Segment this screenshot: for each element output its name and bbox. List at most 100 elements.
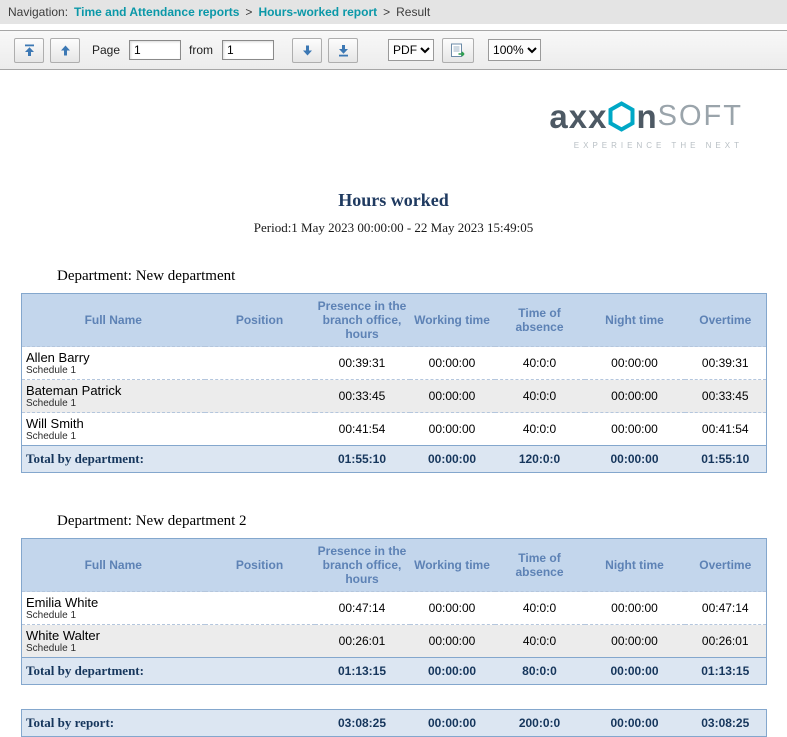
absence-cell: 40:0:0 (495, 347, 585, 380)
navigation-bar: Navigation: Time and Attendance reports … (0, 0, 787, 24)
working-time-cell: 00:00:00 (410, 592, 495, 625)
presence-cell: 00:39:31 (315, 347, 410, 380)
position-cell (205, 413, 315, 446)
table-row: White Walter Schedule 1 00:26:01 00:00:0… (22, 625, 767, 658)
report-period: Period:1 May 2023 00:00:00 - 22 May 2023… (0, 220, 787, 236)
presence-total-cell: 01:55:10 (315, 446, 410, 473)
employee-name: Emilia White (26, 595, 201, 610)
overtime-total-cell: 03:08:25 (685, 710, 767, 737)
report-total-row: Total by report: 03:08:25 00:00:00 200:0… (22, 710, 767, 737)
employee-name: Allen Barry (26, 350, 201, 365)
employee-cell: Bateman Patrick Schedule 1 (22, 380, 205, 413)
logo-tagline: EXPERIENCE THE NEXT (574, 141, 743, 150)
column-header-full-name: Full Name (22, 294, 205, 347)
page-input[interactable] (129, 40, 181, 60)
table-row: Emilia White Schedule 1 00:47:14 00:00:0… (22, 592, 767, 625)
presence-total-cell: 01:13:15 (315, 658, 410, 685)
overtime-cell: 00:39:31 (685, 347, 767, 380)
column-header-position: Position (205, 539, 315, 592)
overtime-cell: 00:33:45 (685, 380, 767, 413)
night-time-cell: 00:00:00 (585, 347, 685, 380)
absence-cell: 40:0:0 (495, 413, 585, 446)
employee-schedule: Schedule 1 (26, 398, 201, 409)
presence-total-cell: 03:08:25 (315, 710, 410, 737)
zoom-select[interactable]: 100% (488, 39, 541, 61)
absence-total-cell: 200:0:0 (495, 710, 585, 737)
arrow-up-icon (59, 44, 72, 57)
report-page: axx n SOFT EXPERIENCE THE NEXT Hours wor… (0, 100, 787, 737)
overtime-total-cell: 01:13:15 (685, 658, 767, 685)
axxonsoft-logo: axx n SOFT EXPERIENCE THE NEXT (0, 100, 743, 150)
absence-total-cell: 120:0:0 (495, 446, 585, 473)
arrow-down-to-line-icon (337, 44, 350, 57)
working-time-cell: 00:00:00 (410, 413, 495, 446)
column-header-time-of-absence: Time of absence (495, 539, 585, 592)
from-label: from (189, 43, 213, 57)
department-total-label: Total by department: (22, 658, 315, 685)
department-heading: Department: New department 2 (57, 513, 787, 530)
column-header-presence: Presence in the branch office, hours (315, 539, 410, 592)
breadcrumb-link-time-attendance-reports[interactable]: Time and Attendance reports (74, 5, 239, 19)
night-time-cell: 00:00:00 (585, 380, 685, 413)
overtime-cell: 00:26:01 (685, 625, 767, 658)
total-pages-input[interactable] (222, 40, 274, 60)
table-header-row: Full Name Position Presence in the branc… (22, 539, 767, 592)
column-header-position: Position (205, 294, 315, 347)
report-toolbar: Page from PDF 100% (0, 30, 787, 70)
position-cell (205, 347, 315, 380)
employee-name: White Walter (26, 628, 201, 643)
working-time-cell: 00:00:00 (410, 380, 495, 413)
logo-text-axx: axx (549, 100, 607, 133)
absence-total-cell: 80:0:0 (495, 658, 585, 685)
column-header-night-time: Night time (585, 294, 685, 347)
employee-schedule: Schedule 1 (26, 365, 201, 376)
breadcrumb-current: Result (396, 5, 430, 19)
column-header-night-time: Night time (585, 539, 685, 592)
presence-cell: 00:41:54 (315, 413, 410, 446)
first-page-button[interactable] (14, 38, 44, 63)
column-header-overtime: Overtime (685, 539, 767, 592)
department-total-label: Total by department: (22, 446, 315, 473)
department-total-row: Total by department: 01:55:10 00:00:00 1… (22, 446, 767, 473)
column-header-full-name: Full Name (22, 539, 205, 592)
absence-cell: 40:0:0 (495, 380, 585, 413)
table-row: Allen Barry Schedule 1 00:39:31 00:00:00… (22, 347, 767, 380)
table-row: Will Smith Schedule 1 00:41:54 00:00:00 … (22, 413, 767, 446)
overtime-cell: 00:41:54 (685, 413, 767, 446)
employee-name: Bateman Patrick (26, 383, 201, 398)
employee-cell: Allen Barry Schedule 1 (22, 347, 205, 380)
column-header-working-time: Working time (410, 294, 495, 347)
working-time-cell: 00:00:00 (410, 625, 495, 658)
employee-cell: Emilia White Schedule 1 (22, 592, 205, 625)
employee-schedule: Schedule 1 (26, 643, 201, 654)
employee-name: Will Smith (26, 416, 201, 431)
table-row: Bateman Patrick Schedule 1 00:33:45 00:0… (22, 380, 767, 413)
report-total-table: Total by report: 03:08:25 00:00:00 200:0… (21, 709, 767, 737)
night-time-total-cell: 00:00:00 (585, 446, 685, 473)
page-label: Page (92, 43, 120, 57)
department-heading: Department: New department (57, 268, 787, 285)
position-cell (205, 625, 315, 658)
hexagon-o-icon (608, 101, 635, 132)
employee-cell: Will Smith Schedule 1 (22, 413, 205, 446)
next-page-button[interactable] (292, 38, 322, 63)
overtime-cell: 00:47:14 (685, 592, 767, 625)
prev-page-button[interactable] (50, 38, 80, 63)
employee-cell: White Walter Schedule 1 (22, 625, 205, 658)
arrow-up-to-line-icon (23, 44, 36, 57)
absence-cell: 40:0:0 (495, 625, 585, 658)
column-header-working-time: Working time (410, 539, 495, 592)
column-header-overtime: Overtime (685, 294, 767, 347)
department-table-2: Full Name Position Presence in the branc… (21, 538, 767, 685)
logo-text-n: n (636, 100, 657, 133)
export-button[interactable] (442, 38, 474, 63)
presence-cell: 00:47:14 (315, 592, 410, 625)
arrow-down-icon (301, 44, 314, 57)
breadcrumb-label: Navigation: (8, 5, 68, 19)
breadcrumb-link-hours-worked-report[interactable]: Hours-worked report (258, 5, 377, 19)
night-time-cell: 00:00:00 (585, 592, 685, 625)
column-header-time-of-absence: Time of absence (495, 294, 585, 347)
axxonsoft-wordmark: axx n SOFT (549, 100, 743, 133)
last-page-button[interactable] (328, 38, 358, 63)
export-format-select[interactable]: PDF (388, 39, 434, 61)
